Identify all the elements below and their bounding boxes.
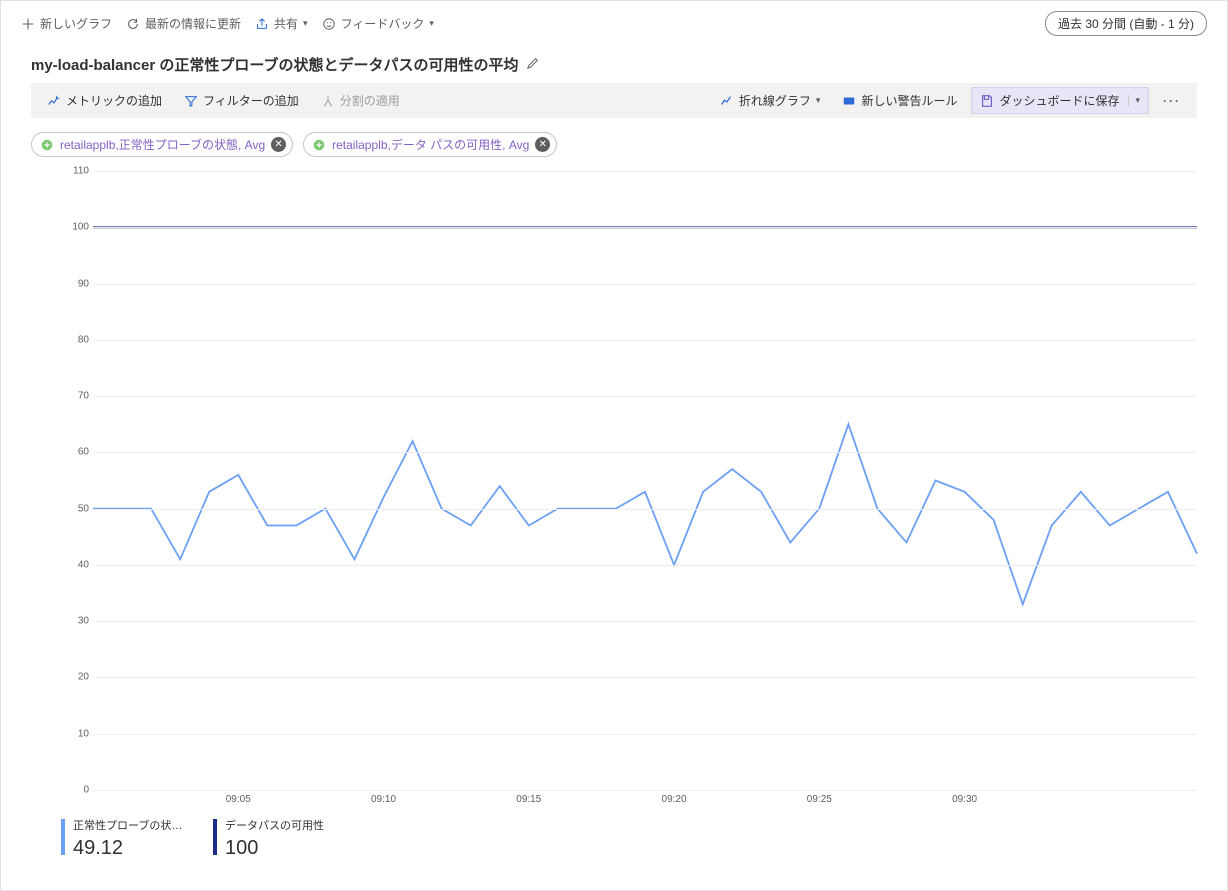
new-alert-button[interactable]: 新しい警告ルール xyxy=(834,88,965,113)
gridline xyxy=(93,677,1197,678)
share-icon xyxy=(255,17,269,31)
refresh-button[interactable]: 最新の情報に更新 xyxy=(126,15,241,32)
metric-pill-label: retailapplb,正常性プローブの状態, Avg xyxy=(60,136,265,153)
y-axis-tick-label: 80 xyxy=(49,334,89,345)
chart-type-button[interactable]: 折れ線グラフ ▾ xyxy=(712,88,829,113)
share-button[interactable]: 共有 ▾ xyxy=(255,15,308,32)
metric-pill[interactable]: retailapplb,データ パスの可用性, Avg ✕ xyxy=(303,132,557,157)
legend-item[interactable]: データパスの可用性 100 xyxy=(213,817,324,860)
y-axis-tick-label: 70 xyxy=(49,391,89,402)
x-axis-tick-label: 09:10 xyxy=(371,794,396,805)
x-axis-tick-label: 09:05 xyxy=(226,794,251,805)
y-axis-tick-label: 60 xyxy=(49,447,89,458)
time-range-picker[interactable]: 過去 30 分間 (自動 - 1 分) xyxy=(1045,11,1207,36)
chart-type-label: 折れ線グラフ xyxy=(739,92,811,109)
gridline xyxy=(93,452,1197,453)
save-dashboard-label: ダッシュボードに保存 xyxy=(999,92,1119,109)
gridline xyxy=(93,171,1197,172)
chevron-down-icon: ▾ xyxy=(1128,95,1140,106)
metric-pills-row: retailapplb,正常性プローブの状態, Avg ✕ retailappl… xyxy=(7,118,1221,157)
y-axis-tick-label: 30 xyxy=(49,616,89,627)
metric-icon xyxy=(47,94,61,108)
chevron-down-icon: ▾ xyxy=(429,18,434,29)
add-filter-label: フィルターの追加 xyxy=(203,92,299,109)
filter-icon xyxy=(184,94,198,108)
alert-icon xyxy=(842,94,856,108)
refresh-label: 最新の情報に更新 xyxy=(145,15,241,32)
resource-icon xyxy=(40,138,54,152)
chevron-down-icon: ▾ xyxy=(816,95,821,106)
gridline xyxy=(93,284,1197,285)
new-alert-label: 新しい警告ルール xyxy=(861,92,957,109)
x-axis-tick-label: 09:20 xyxy=(662,794,687,805)
add-filter-button[interactable]: フィルターの追加 xyxy=(176,88,307,113)
edit-title-button[interactable] xyxy=(526,56,540,73)
gridline xyxy=(93,790,1197,791)
chevron-down-icon: ▾ xyxy=(303,18,308,29)
chart-series-line xyxy=(93,424,1197,604)
refresh-icon xyxy=(126,17,140,31)
new-chart-button[interactable]: 新しいグラフ xyxy=(21,15,112,32)
time-range-label: 過去 30 分間 (自動 - 1 分) xyxy=(1058,17,1194,31)
chart-legend: 正常性プローブの状態... 49.12 データパスの可用性 100 xyxy=(61,817,324,860)
add-metric-label: メトリックの追加 xyxy=(66,92,162,109)
y-axis-tick-label: 10 xyxy=(49,728,89,739)
split-icon xyxy=(321,94,335,108)
legend-series-value: 49.12 xyxy=(73,837,183,860)
legend-series-value: 100 xyxy=(225,837,324,860)
save-dashboard-button[interactable]: ダッシュボードに保存 ▾ xyxy=(971,87,1149,114)
save-icon xyxy=(980,94,994,108)
new-chart-label: 新しいグラフ xyxy=(40,15,112,32)
y-axis-tick-label: 110 xyxy=(49,166,89,177)
remove-metric-button[interactable]: ✕ xyxy=(535,137,550,152)
gridline xyxy=(93,734,1197,735)
chart-area: 010203040506070809010011009:0509:1009:15… xyxy=(31,171,1197,790)
plus-icon xyxy=(21,17,35,31)
apply-split-label: 分割の適用 xyxy=(340,92,400,109)
apply-split-button: 分割の適用 xyxy=(313,88,408,113)
chart-toolbar: メトリックの追加 フィルターの追加 分割の適用 折れ線グラフ ▾ 新しい警告ルー… xyxy=(31,83,1197,118)
legend-series-name: 正常性プローブの状態... xyxy=(73,817,183,833)
more-button[interactable]: ··· xyxy=(1155,90,1189,112)
gridline xyxy=(93,396,1197,397)
remove-metric-button[interactable]: ✕ xyxy=(271,137,286,152)
ellipsis-icon: ··· xyxy=(1163,94,1181,108)
top-toolbar: 新しいグラフ 最新の情報に更新 共有 ▾ フィードバック ▾ 過去 30 分間 … xyxy=(7,7,1221,40)
y-axis-tick-label: 0 xyxy=(49,785,89,796)
y-axis-tick-label: 90 xyxy=(49,278,89,289)
add-metric-button[interactable]: メトリックの追加 xyxy=(39,88,170,113)
y-axis-tick-label: 40 xyxy=(49,559,89,570)
pencil-icon xyxy=(526,56,540,70)
x-axis-tick-label: 09:30 xyxy=(952,794,977,805)
feedback-label: フィードバック xyxy=(341,15,425,32)
legend-series-name: データパスの可用性 xyxy=(225,817,324,833)
chart-title-row: my-load-balancer の正常性プローブの状態とデータパスの可用性の平… xyxy=(7,40,1221,83)
x-axis-tick-label: 09:25 xyxy=(807,794,832,805)
chart-title: my-load-balancer の正常性プローブの状態とデータパスの可用性の平… xyxy=(31,54,518,75)
metric-pill[interactable]: retailapplb,正常性プローブの状態, Avg ✕ xyxy=(31,132,293,157)
gridline xyxy=(93,340,1197,341)
feedback-button[interactable]: フィードバック ▾ xyxy=(322,15,434,32)
gridline xyxy=(93,565,1197,566)
x-axis-tick-label: 09:15 xyxy=(516,794,541,805)
share-label: 共有 xyxy=(274,15,298,32)
line-chart-icon xyxy=(720,94,734,108)
resource-icon xyxy=(312,138,326,152)
gridline xyxy=(93,621,1197,622)
chart-svg xyxy=(93,171,1197,790)
smiley-icon xyxy=(322,17,336,31)
legend-color-swatch xyxy=(61,819,65,855)
legend-item[interactable]: 正常性プローブの状態... 49.12 xyxy=(61,817,183,860)
gridline xyxy=(93,227,1197,228)
metrics-page: 新しいグラフ 最新の情報に更新 共有 ▾ フィードバック ▾ 過去 30 分間 … xyxy=(0,0,1228,891)
y-axis-tick-label: 100 xyxy=(49,222,89,233)
y-axis-tick-label: 20 xyxy=(49,672,89,683)
legend-color-swatch xyxy=(213,819,217,855)
y-axis-tick-label: 50 xyxy=(49,503,89,514)
gridline xyxy=(93,509,1197,510)
metric-pill-label: retailapplb,データ パスの可用性, Avg xyxy=(332,136,529,153)
